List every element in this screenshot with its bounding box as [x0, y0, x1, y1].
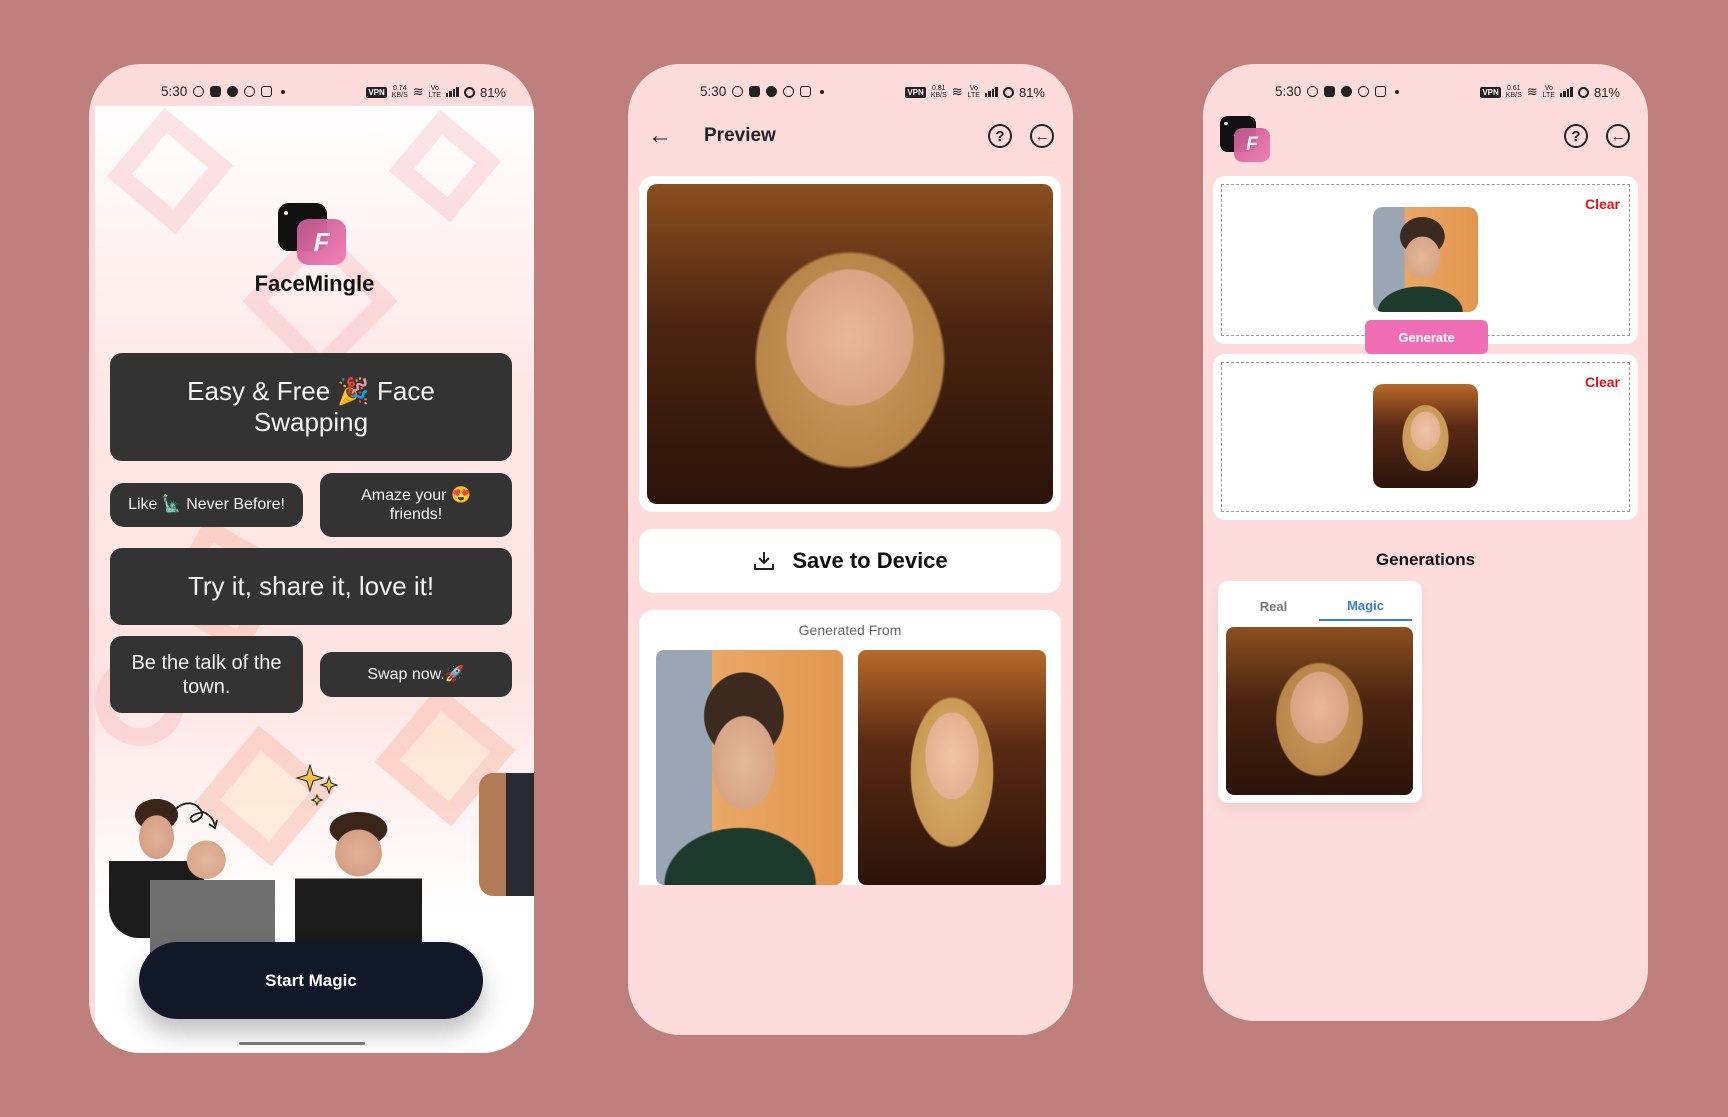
swapped-result-image: [647, 184, 1053, 504]
status-bar: 5:30 VPN 0.74 KB/S ≋ Vo LTE 81%: [89, 64, 534, 106]
background-shape: [388, 109, 502, 223]
exit-circle-icon[interactable]: ←: [1606, 124, 1630, 148]
tagline-bubble: Easy & Free 🎉 Face Swapping: [110, 353, 512, 461]
volte-icon: Vo LTE: [428, 85, 441, 99]
sync-icon: [783, 86, 795, 97]
whatsapp-icon: [1307, 86, 1319, 97]
generate-button[interactable]: Generate: [1365, 320, 1488, 354]
battery-level: 81%: [479, 84, 506, 100]
generated-from-card: Generated From: [639, 610, 1061, 885]
vpn-icon: VPN: [905, 86, 926, 98]
generations-card: Real Magic: [1218, 581, 1422, 803]
instagram-icon: [1375, 86, 1387, 97]
logo-letter: F: [1234, 127, 1270, 162]
background-shape: [106, 107, 234, 235]
download-icon: [754, 552, 775, 570]
clear-target-button[interactable]: Clear: [1585, 374, 1620, 390]
generation-thumbnail[interactable]: [1226, 627, 1413, 795]
tab-real[interactable]: Real: [1226, 591, 1321, 621]
start-magic-button[interactable]: Start Magic: [139, 942, 483, 1019]
app-logo: F: [278, 203, 346, 265]
wifi-icon: ≋: [951, 84, 963, 99]
showcase-photo-next: [479, 773, 534, 896]
preview-screen: 5:30 VPN 0.81 KB/S ≋ Vo LTE 81% ← Preview …: [628, 64, 1073, 1035]
tagline-bubble: Swap now.🚀: [320, 652, 512, 697]
app-name: FaceMingle: [254, 271, 375, 296]
status-bar: 5:30 VPN 0.61 KB/S ≋ Vo LTE 81%: [1203, 64, 1648, 106]
save-to-device-button[interactable]: Save to Device: [639, 529, 1061, 593]
sparkles-icon: [295, 763, 339, 807]
battery-icon: [1577, 86, 1589, 98]
tagline-bubble: Amaze your 😍 friends!: [320, 473, 512, 537]
status-time: 5:30: [700, 84, 727, 99]
volte-icon: Vo LTE: [967, 85, 980, 99]
gallery-icon: [749, 86, 761, 97]
instagram-icon: [800, 86, 812, 97]
source-face-image[interactable]: [656, 650, 843, 885]
vpn-icon: VPN: [1480, 86, 1501, 98]
gallery-icon: [1324, 86, 1336, 97]
app-logo[interactable]: F: [1220, 116, 1270, 162]
home-indicator[interactable]: [239, 1042, 365, 1045]
sync-icon: [1358, 86, 1370, 97]
save-button-label: Save to Device: [792, 548, 948, 573]
status-bar: 5:30 VPN 0.81 KB/S ≋ Vo LTE 81%: [628, 64, 1073, 106]
showcase-photo-target: [150, 826, 275, 961]
signal-icon: [445, 87, 459, 97]
tab-magic[interactable]: Magic: [1319, 591, 1412, 621]
page-title: Preview: [704, 125, 776, 146]
showcase-photo-result: [295, 811, 422, 961]
status-time: 5:30: [1275, 84, 1302, 99]
network-speed: 0.81 KB/S: [930, 85, 947, 99]
source-face-thumbnail: [1373, 207, 1478, 312]
whatsapp-icon: [193, 86, 205, 97]
more-notifications-icon: [281, 89, 286, 94]
signal-icon: [1559, 87, 1573, 97]
vpn-icon: VPN: [366, 86, 387, 98]
gallery-icon: [210, 86, 222, 97]
battery-icon: [1002, 86, 1014, 98]
sync-icon: [244, 86, 256, 97]
welcome-screen: 5:30 VPN 0.74 KB/S ≋ Vo LTE 81% F FaceMi…: [89, 64, 534, 1053]
help-icon[interactable]: ?: [988, 124, 1012, 148]
help-icon[interactable]: ?: [1564, 124, 1588, 148]
status-time: 5:30: [161, 84, 188, 99]
more-notifications-icon: [1395, 89, 1400, 94]
more-notifications-icon: [820, 89, 825, 94]
facebook-icon: [766, 86, 778, 97]
tagline-bubble: Like 🗽 Never Before!: [110, 483, 303, 527]
facebook-icon: [227, 86, 239, 97]
facebook-icon: [1341, 86, 1353, 97]
battery-level: 81%: [1018, 84, 1045, 100]
tagline-bubble: Be the talk of the town.: [110, 636, 303, 713]
network-speed: 0.61 KB/S: [1505, 85, 1522, 99]
wifi-icon: ≋: [412, 84, 424, 99]
wifi-icon: ≋: [1526, 84, 1538, 99]
logo-letter: F: [297, 219, 346, 265]
source-face-upload[interactable]: Clear: [1213, 176, 1638, 344]
signal-icon: [984, 87, 998, 97]
whatsapp-icon: [732, 86, 744, 97]
target-image[interactable]: [858, 650, 1046, 885]
instagram-icon: [261, 86, 273, 97]
curved-arrow-icon: [169, 802, 218, 830]
editor-screen: 5:30 VPN 0.61 KB/S ≋ Vo LTE 81% F ? ← Clea…: [1203, 64, 1648, 1021]
network-speed: 0.74 KB/S: [391, 85, 408, 99]
battery-icon: [463, 86, 475, 98]
volte-icon: Vo LTE: [1542, 85, 1555, 99]
exit-circle-icon[interactable]: ←: [1030, 124, 1054, 148]
welcome-content: F FaceMingle Easy & Free 🎉 Face Swapping…: [95, 106, 534, 1053]
battery-level: 81%: [1593, 84, 1620, 100]
tagline-bubble: Try it, share it, love it!: [110, 548, 512, 625]
preview-card: [639, 176, 1061, 512]
target-image-upload[interactable]: Clear: [1213, 354, 1638, 520]
generations-title: Generations: [1375, 550, 1476, 569]
target-image-thumbnail: [1373, 384, 1478, 488]
back-arrow-icon[interactable]: ←: [648, 122, 672, 150]
generated-from-label: Generated From: [798, 622, 902, 638]
clear-source-button[interactable]: Clear: [1585, 196, 1620, 212]
